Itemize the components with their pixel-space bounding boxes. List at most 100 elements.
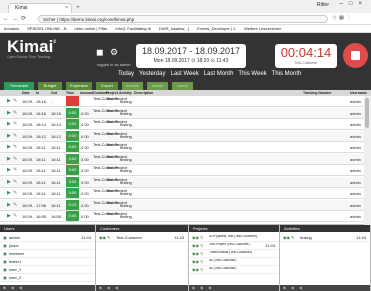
entry-duration: 0:00 [66, 130, 79, 141]
nav-buttons[interactable]: ←→⟳ [3, 15, 29, 22]
browser-tab[interactable]: Kimai × [8, 3, 72, 13]
tab-admin[interactable]: Admin [147, 82, 168, 90]
edit-entry-icon[interactable]: ✎ [13, 110, 17, 116]
panel-item-icons[interactable]: ◉◉ ✎ [192, 243, 203, 248]
edit-entry-icon[interactable]: ✎ [13, 98, 17, 104]
record-again-icon[interactable]: ▶ [7, 121, 12, 127]
quick-link[interactable]: Last Week [170, 71, 198, 77]
edit-entry-icon[interactable]: ✎ [13, 213, 17, 219]
record-again-icon[interactable]: ▶ [7, 156, 12, 162]
record-again-icon[interactable]: ▶ [7, 167, 12, 173]
table-row[interactable]: ▶ ✎ 18.09. 18:11 18:11 0:00 0.00 Test-Customer T… [0, 176, 364, 188]
date-info: Mon 18.09.2017 ⊙ 18:20 ⊙ 11:43 [153, 58, 229, 64]
record-again-icon[interactable]: ▶ [7, 144, 12, 150]
panel-item[interactable]: ◉◉ ✎ testing 11:43 [280, 234, 370, 242]
quick-link[interactable]: Last Month [204, 71, 234, 77]
bookmark-item[interactable]: Events_Developer | C [197, 26, 236, 31]
record-again-icon[interactable]: ▶ [7, 110, 12, 116]
table-row[interactable]: ▶ ✎ 18.09. 18:11 18:11 0:00 0.00 Test-Customer T… [0, 165, 364, 176]
panel-item[interactable]: ▣ junior [0, 242, 95, 250]
panel-item-icons[interactable]: ◉◉ ✎ [192, 251, 203, 256]
panel-item[interactable]: ◉◉ ✎ Test-Project (Test-Customer) 11:43 [189, 242, 279, 250]
tab-users[interactable]: Users [172, 82, 193, 90]
tab-expenses[interactable]: Expenses [66, 82, 92, 90]
panel-item[interactable]: ◉◉ ✎ Ak (Test-Customer) [189, 258, 279, 266]
panel-item-icons[interactable]: ▣ [3, 243, 7, 248]
table-row[interactable]: ▶ ✎ 18.09. 18:11 18:11 0:00 0.00 Test-Customer T… [0, 142, 364, 153]
user-menu-icon[interactable]: ◼ ⚙ [96, 47, 122, 57]
stop-recording-button[interactable] [343, 43, 368, 68]
panel-item-time: 11:43 [356, 235, 366, 240]
edit-entry-icon[interactable]: ✎ [13, 202, 17, 208]
record-again-icon[interactable]: ▶ [7, 190, 12, 196]
table-row[interactable]: ▶ ✎ 18.09. 18:14 18:14 0:00 0.00 Test-Customer T… [0, 119, 364, 130]
entry-in: 18:16 [36, 99, 47, 104]
edit-entry-icon[interactable]: ✎ [13, 167, 17, 173]
edit-entry-icon[interactable]: ✎ [13, 144, 17, 150]
new-tab-button[interactable]: + [74, 4, 82, 12]
bookmark-item[interactable]: DWR_lokales(...) [159, 26, 189, 31]
panel-item[interactable]: ▣ reviewer [0, 250, 95, 258]
panel-item[interactable]: ◉◉ ✎ Thermoinstall (Test-Customer) [189, 250, 279, 258]
table-row[interactable]: ▶ ✎ 18.09. 16:55 16:55 0:00 0.00 Test-Customer T… [0, 211, 364, 222]
quick-link[interactable]: Today [118, 71, 134, 77]
table-row[interactable]: ▶ ✎ 18.09. 18:16- Test-Customer Test-Project t… [0, 96, 364, 107]
table-scrollbar-thumb[interactable] [365, 98, 369, 128]
panel-footer-icons[interactable]: ◈ ◈ ◈ [280, 285, 370, 291]
quick-link[interactable]: Yesterday [139, 71, 165, 77]
panel-item-icons[interactable]: ▣ [3, 275, 7, 280]
panel-item-icons[interactable]: ◉◉ ✎ [192, 235, 203, 240]
record-again-icon[interactable]: ▶ [7, 133, 12, 139]
panel-item[interactable]: ▣ tester1 [0, 258, 95, 266]
edit-entry-icon[interactable]: ✎ [13, 190, 17, 196]
date-range-box[interactable]: 18.09.2017 - 18.09.2017 Mon 18.09.2017 ⊙… [136, 44, 246, 68]
bookmark-item[interactable]: InfoQ: Facilitating th [115, 26, 151, 31]
panel-item[interactable]: ▣ user_2 [0, 274, 95, 282]
panel-item-icons[interactable]: ▣ [3, 267, 7, 272]
panel-item[interactable]: ◉◉ ✎ Ak (Test-Customer) [189, 266, 279, 274]
panel-item[interactable]: ▣ user_1 [0, 266, 95, 274]
panel-footer-icons[interactable]: ◈ ◈ ◈ [96, 285, 188, 291]
panel-item-icons[interactable]: ▣ [3, 251, 7, 256]
table-row[interactable]: ▶ ✎ 18.09. 17:58 18:11 0:13 0.00 Test-Customer T… [0, 199, 364, 211]
window-controls[interactable]: –□× [340, 1, 368, 7]
record-again-icon[interactable]: ▶ [7, 213, 12, 219]
panel-footer-icons[interactable]: ◈ ◈ ◈ [0, 285, 95, 291]
panel-item[interactable]: ▣ admin 11:43 [0, 234, 95, 242]
record-again-icon[interactable]: ▶ [7, 98, 12, 104]
tab-budget[interactable]: Budget [38, 82, 62, 90]
panel-footer-icons[interactable]: ◈ ◈ ◈ [189, 285, 279, 291]
panel-item-icons[interactable]: ▣ [3, 259, 7, 264]
table-row[interactable]: ▶ ✎ 18.09. 18:12 18:12 0:00 0.00 Test-Customer T… [0, 130, 364, 142]
record-again-icon[interactable]: ▶ [7, 202, 12, 208]
tab-timesheet[interactable]: Timesheet [4, 82, 34, 90]
entry-out: 18:16 [51, 110, 62, 116]
quick-link[interactable]: This Month [272, 71, 302, 77]
close-tab-icon[interactable]: × [65, 4, 68, 13]
table-row[interactable]: ▶ ✎ 18.09. 18:11 18:11 0:00 0.00 Test-Customer T… [0, 153, 364, 165]
edit-entry-icon[interactable]: ✎ [13, 121, 17, 127]
edit-entry-icon[interactable]: ✎ [13, 179, 17, 185]
panel-item-icons[interactable]: ◉◉ ✎ [192, 259, 203, 264]
browser-toolbar-icons[interactable]: ☆▦⋮ [332, 15, 354, 21]
bookmark-item[interactable]: SPIEGEL ONLINE - N [27, 26, 66, 31]
record-again-icon[interactable]: ▶ [7, 179, 12, 185]
kimai-logo: Kimai² [7, 37, 56, 56]
panel-item[interactable]: ◉◉ ✎ Test-Customer 11:43 [96, 234, 188, 242]
panel-item-icons[interactable]: ▣ [3, 235, 7, 240]
bookmark-item[interactable]: domains [4, 26, 19, 31]
edit-entry-icon[interactable]: ✎ [13, 156, 17, 162]
panel-item[interactable]: ◉◉ ✎ SOP(upsell)-Test-(Test-Customer) [189, 234, 279, 242]
panel-item-icons[interactable]: ◉◉ ✎ [283, 235, 294, 240]
bookmark-item[interactable]: hebe online | Filter [75, 26, 108, 31]
table-row[interactable]: ▶ ✎ 18.09. 18:11 18:11 0:00 0.00 Test-Customer T… [0, 188, 364, 199]
table-row[interactable]: ▶ ✎ 18.09. 18:16 18:16 0:00 0.00 Test-Customer T… [0, 107, 364, 119]
url-field[interactable]: Sicher | https://demo.kimai.org/core/kim… [38, 15, 328, 23]
tab-export[interactable]: Export [96, 82, 118, 90]
bookmark-item[interactable]: Weitere Lesezeichen [244, 26, 281, 31]
panel-item-icons[interactable]: ◉◉ ✎ [192, 267, 203, 272]
quick-link[interactable]: This Week [238, 71, 266, 77]
tab-invoice[interactable]: Invoice [122, 82, 143, 90]
edit-entry-icon[interactable]: ✎ [13, 133, 17, 139]
panel-item-icons[interactable]: ◉◉ ✎ [99, 235, 110, 240]
